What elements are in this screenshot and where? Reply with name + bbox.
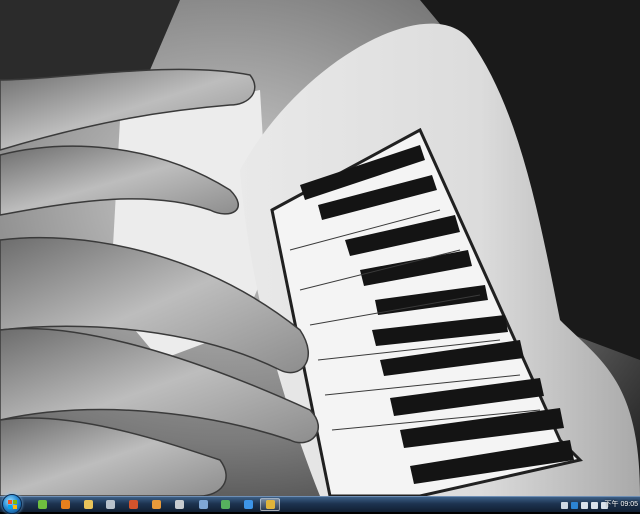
people-icon bbox=[220, 500, 230, 509]
app-gray-icon bbox=[174, 500, 184, 509]
taskbar-button-app-red[interactable] bbox=[123, 498, 143, 511]
chrome-icon bbox=[265, 500, 275, 509]
taskbar-button-app-blue[interactable] bbox=[193, 498, 213, 511]
taskbar-button-app-orange[interactable] bbox=[55, 498, 75, 511]
taskbar-button-people[interactable] bbox=[215, 498, 235, 511]
taskbar-button-app-orange2[interactable] bbox=[146, 498, 166, 511]
tray-network-icon[interactable] bbox=[581, 501, 588, 509]
app-icon bbox=[105, 500, 115, 509]
explorer-folder-icon bbox=[83, 500, 93, 509]
media-player-icon bbox=[37, 500, 47, 509]
internet-explorer-icon bbox=[243, 500, 253, 509]
taskbar: 下午 09:05 bbox=[0, 494, 640, 514]
tray-up-arrow-icon[interactable] bbox=[561, 501, 568, 509]
desktop-wallpaper bbox=[0, 0, 640, 496]
windows-orb-icon[interactable] bbox=[2, 494, 22, 514]
taskbar-button-media-player[interactable] bbox=[32, 498, 52, 511]
taskbar-button-chrome[interactable] bbox=[260, 498, 280, 511]
taskbar-button-app-gray[interactable] bbox=[169, 498, 189, 511]
taskbar-button-app[interactable] bbox=[100, 498, 120, 511]
app-orange2-icon bbox=[151, 500, 161, 509]
tray-volume-icon[interactable] bbox=[591, 501, 598, 509]
taskbar-button-internet-explorer[interactable] bbox=[238, 498, 258, 511]
tray-app-icon[interactable] bbox=[571, 501, 578, 509]
clock[interactable]: 下午 09:05 bbox=[605, 498, 638, 512]
system-tray bbox=[561, 499, 608, 511]
app-red-icon bbox=[128, 500, 138, 509]
taskbar-button-explorer-folder[interactable] bbox=[78, 498, 98, 511]
app-blue-icon bbox=[198, 500, 208, 509]
app-orange-icon bbox=[60, 500, 70, 509]
